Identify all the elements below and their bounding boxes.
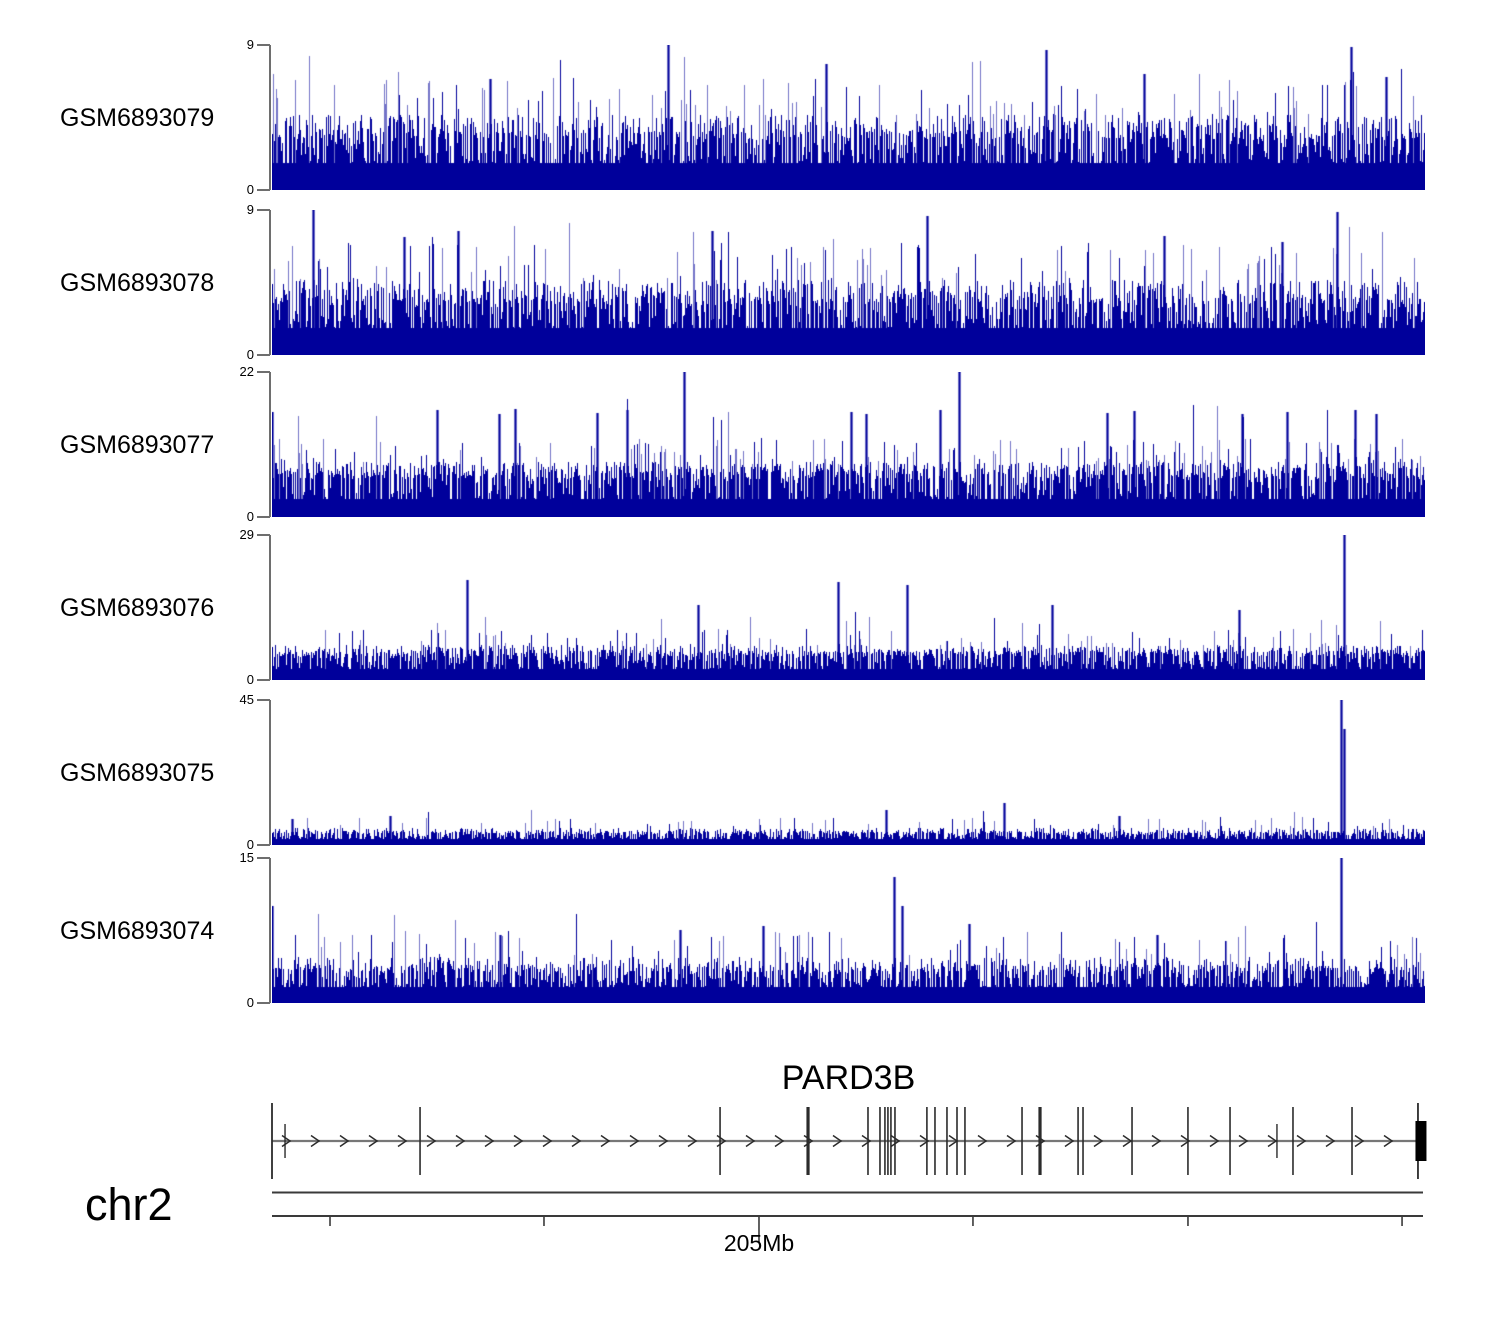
y-max-value: 29 — [239, 527, 254, 542]
axis-tick — [257, 534, 270, 536]
axis-tick — [257, 699, 270, 701]
y-min-value: 0 — [246, 347, 254, 362]
y-max-value: 45 — [239, 692, 254, 707]
track-y-axis — [269, 535, 271, 680]
position-tick-label: 205Mb — [723, 1230, 795, 1256]
chromosome-label: chr2 — [85, 1179, 173, 1230]
coverage-signal — [272, 700, 1425, 845]
axis-tick — [257, 354, 270, 356]
axis-tick — [257, 857, 270, 859]
y-max-value: 9 — [246, 37, 254, 52]
y-min-value: 0 — [246, 995, 254, 1010]
track-y-axis — [269, 372, 271, 517]
genome-browser-view: GSM6893079 9 0 GSM6893078 9 0 GSM6893077 22 0 GSM… — [0, 0, 1500, 1320]
track-label: GSM6893074 — [60, 916, 215, 945]
axis-tick — [257, 844, 270, 846]
coverage-signal — [272, 535, 1425, 680]
coverage-signal — [272, 858, 1425, 1003]
track-label: GSM6893075 — [60, 758, 215, 787]
track-y-axis — [269, 858, 271, 1003]
y-min-value: 0 — [246, 672, 254, 687]
gene-model — [271, 1103, 1427, 1179]
track-y-axis — [269, 210, 271, 355]
y-max-value: 15 — [239, 850, 254, 865]
track-label: GSM6893078 — [60, 268, 215, 297]
axis-tick — [257, 209, 270, 211]
coverage-signal — [272, 210, 1425, 355]
track-y-axis — [269, 700, 271, 845]
axis-tick — [257, 679, 270, 681]
y-min-value: 0 — [246, 509, 254, 524]
track-label: GSM6893076 — [60, 593, 215, 622]
axis-tick — [257, 189, 270, 191]
y-min-value: 0 — [246, 182, 254, 197]
axis-tick — [257, 44, 270, 46]
axis-tick — [257, 516, 270, 518]
track-y-axis — [269, 45, 271, 190]
terminal-exon-block — [1415, 1121, 1427, 1161]
y-max-value: 9 — [246, 202, 254, 217]
coverage-signal — [272, 45, 1425, 190]
track-label: GSM6893077 — [60, 430, 215, 459]
axis-tick — [257, 1002, 270, 1004]
y-max-value: 22 — [239, 364, 254, 379]
axis-tick — [257, 371, 270, 373]
coverage-signal — [272, 372, 1425, 517]
track-label: GSM6893079 — [60, 103, 215, 132]
